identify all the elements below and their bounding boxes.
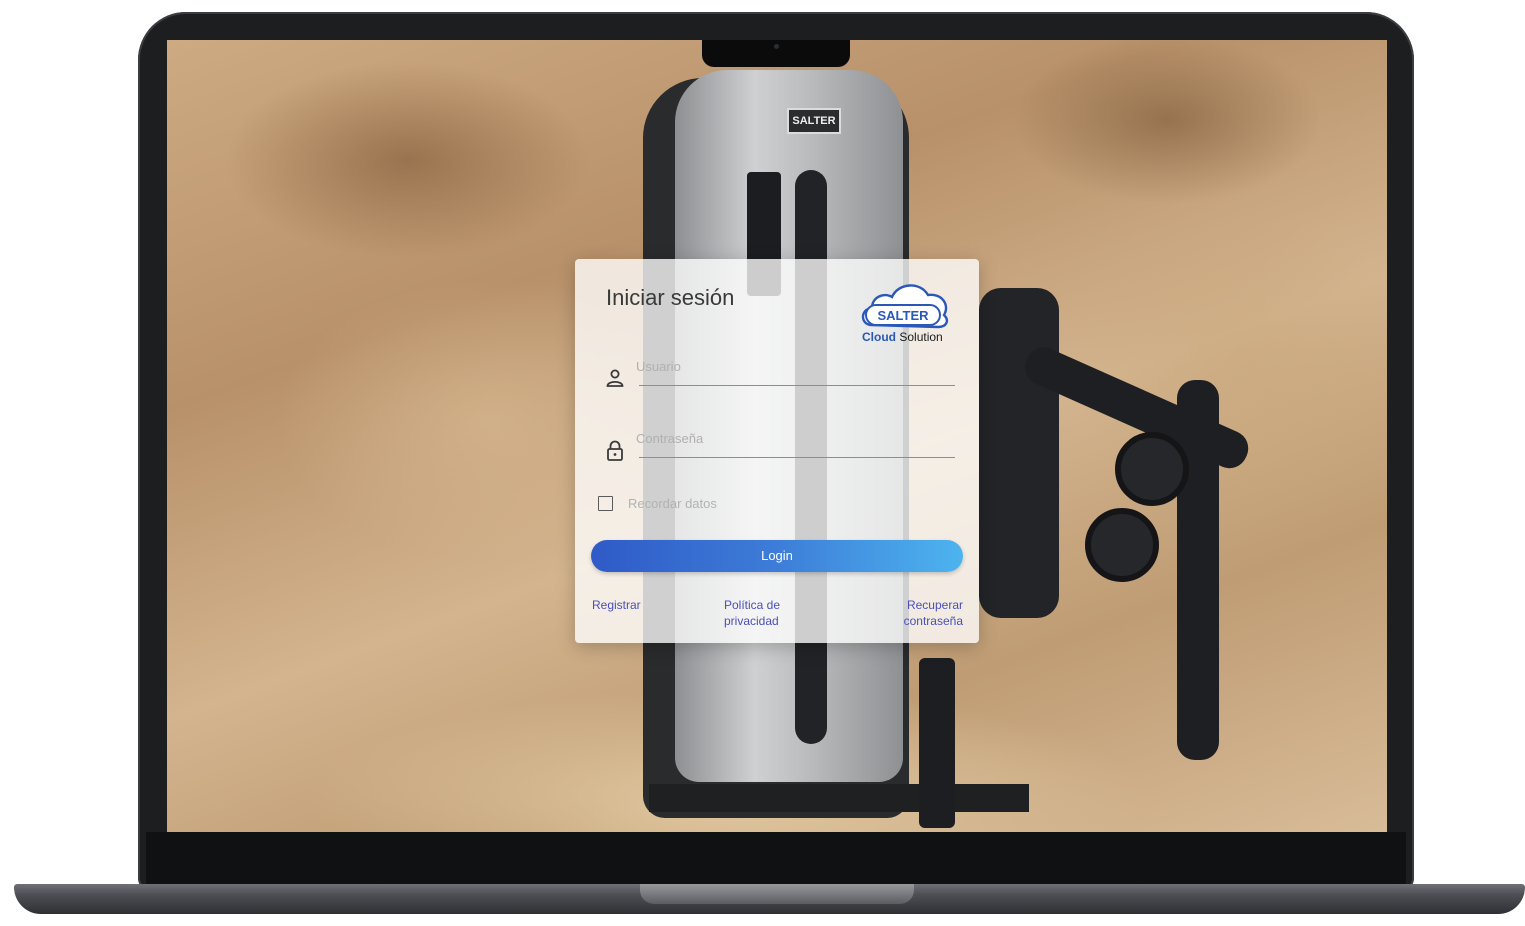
password-underline <box>639 457 955 458</box>
logo-subtitle: Cloud Solution <box>862 330 943 344</box>
username-placeholder: Usuario <box>636 359 681 374</box>
laptop-hinge <box>640 884 914 904</box>
laptop-chin <box>146 832 1406 884</box>
login-card: Iniciar sesión SALTER Cloud Solution Usu… <box>575 259 979 643</box>
machine-pulley <box>1115 432 1189 506</box>
recover-link-line2: contraseña <box>903 614 963 628</box>
logo-sub-rest: Solution <box>899 330 943 344</box>
machine-leg <box>1177 380 1219 760</box>
register-link[interactable]: Registrar <box>592 597 641 613</box>
recover-link-line1: Recuperar <box>906 598 963 612</box>
login-button[interactable]: Login <box>591 540 963 572</box>
username-underline <box>639 385 955 386</box>
privacy-link-line1: Política de <box>724 598 781 612</box>
logo-wordmark: SALTER <box>877 308 929 323</box>
laptop-screen: SALTER Iniciar sesión SALTER Cloud Solut… <box>167 40 1387 832</box>
password-placeholder: Contraseña <box>636 431 704 446</box>
page-title: Iniciar sesión <box>606 285 735 310</box>
machine-seat <box>979 288 1059 618</box>
remember-label[interactable]: Recordar datos <box>628 496 717 511</box>
machine-floor <box>649 784 1029 812</box>
username-field[interactable]: Usuario <box>599 359 955 399</box>
machine-pulley <box>1085 508 1159 582</box>
user-icon <box>606 369 624 387</box>
camera-notch <box>702 40 850 67</box>
machine-badge: SALTER <box>787 108 841 134</box>
recover-password-link[interactable]: Recuperar contraseña <box>904 597 963 629</box>
camera-dot <box>774 44 779 49</box>
logo-sub-bold: Cloud <box>862 330 896 344</box>
machine-post <box>919 658 955 828</box>
password-field[interactable]: Contraseña <box>599 431 955 471</box>
privacy-policy-link[interactable]: Política de privacidad <box>724 597 780 629</box>
privacy-link-line2: privacidad <box>724 614 779 628</box>
remember-checkbox[interactable] <box>598 496 613 511</box>
lock-icon <box>607 440 623 461</box>
